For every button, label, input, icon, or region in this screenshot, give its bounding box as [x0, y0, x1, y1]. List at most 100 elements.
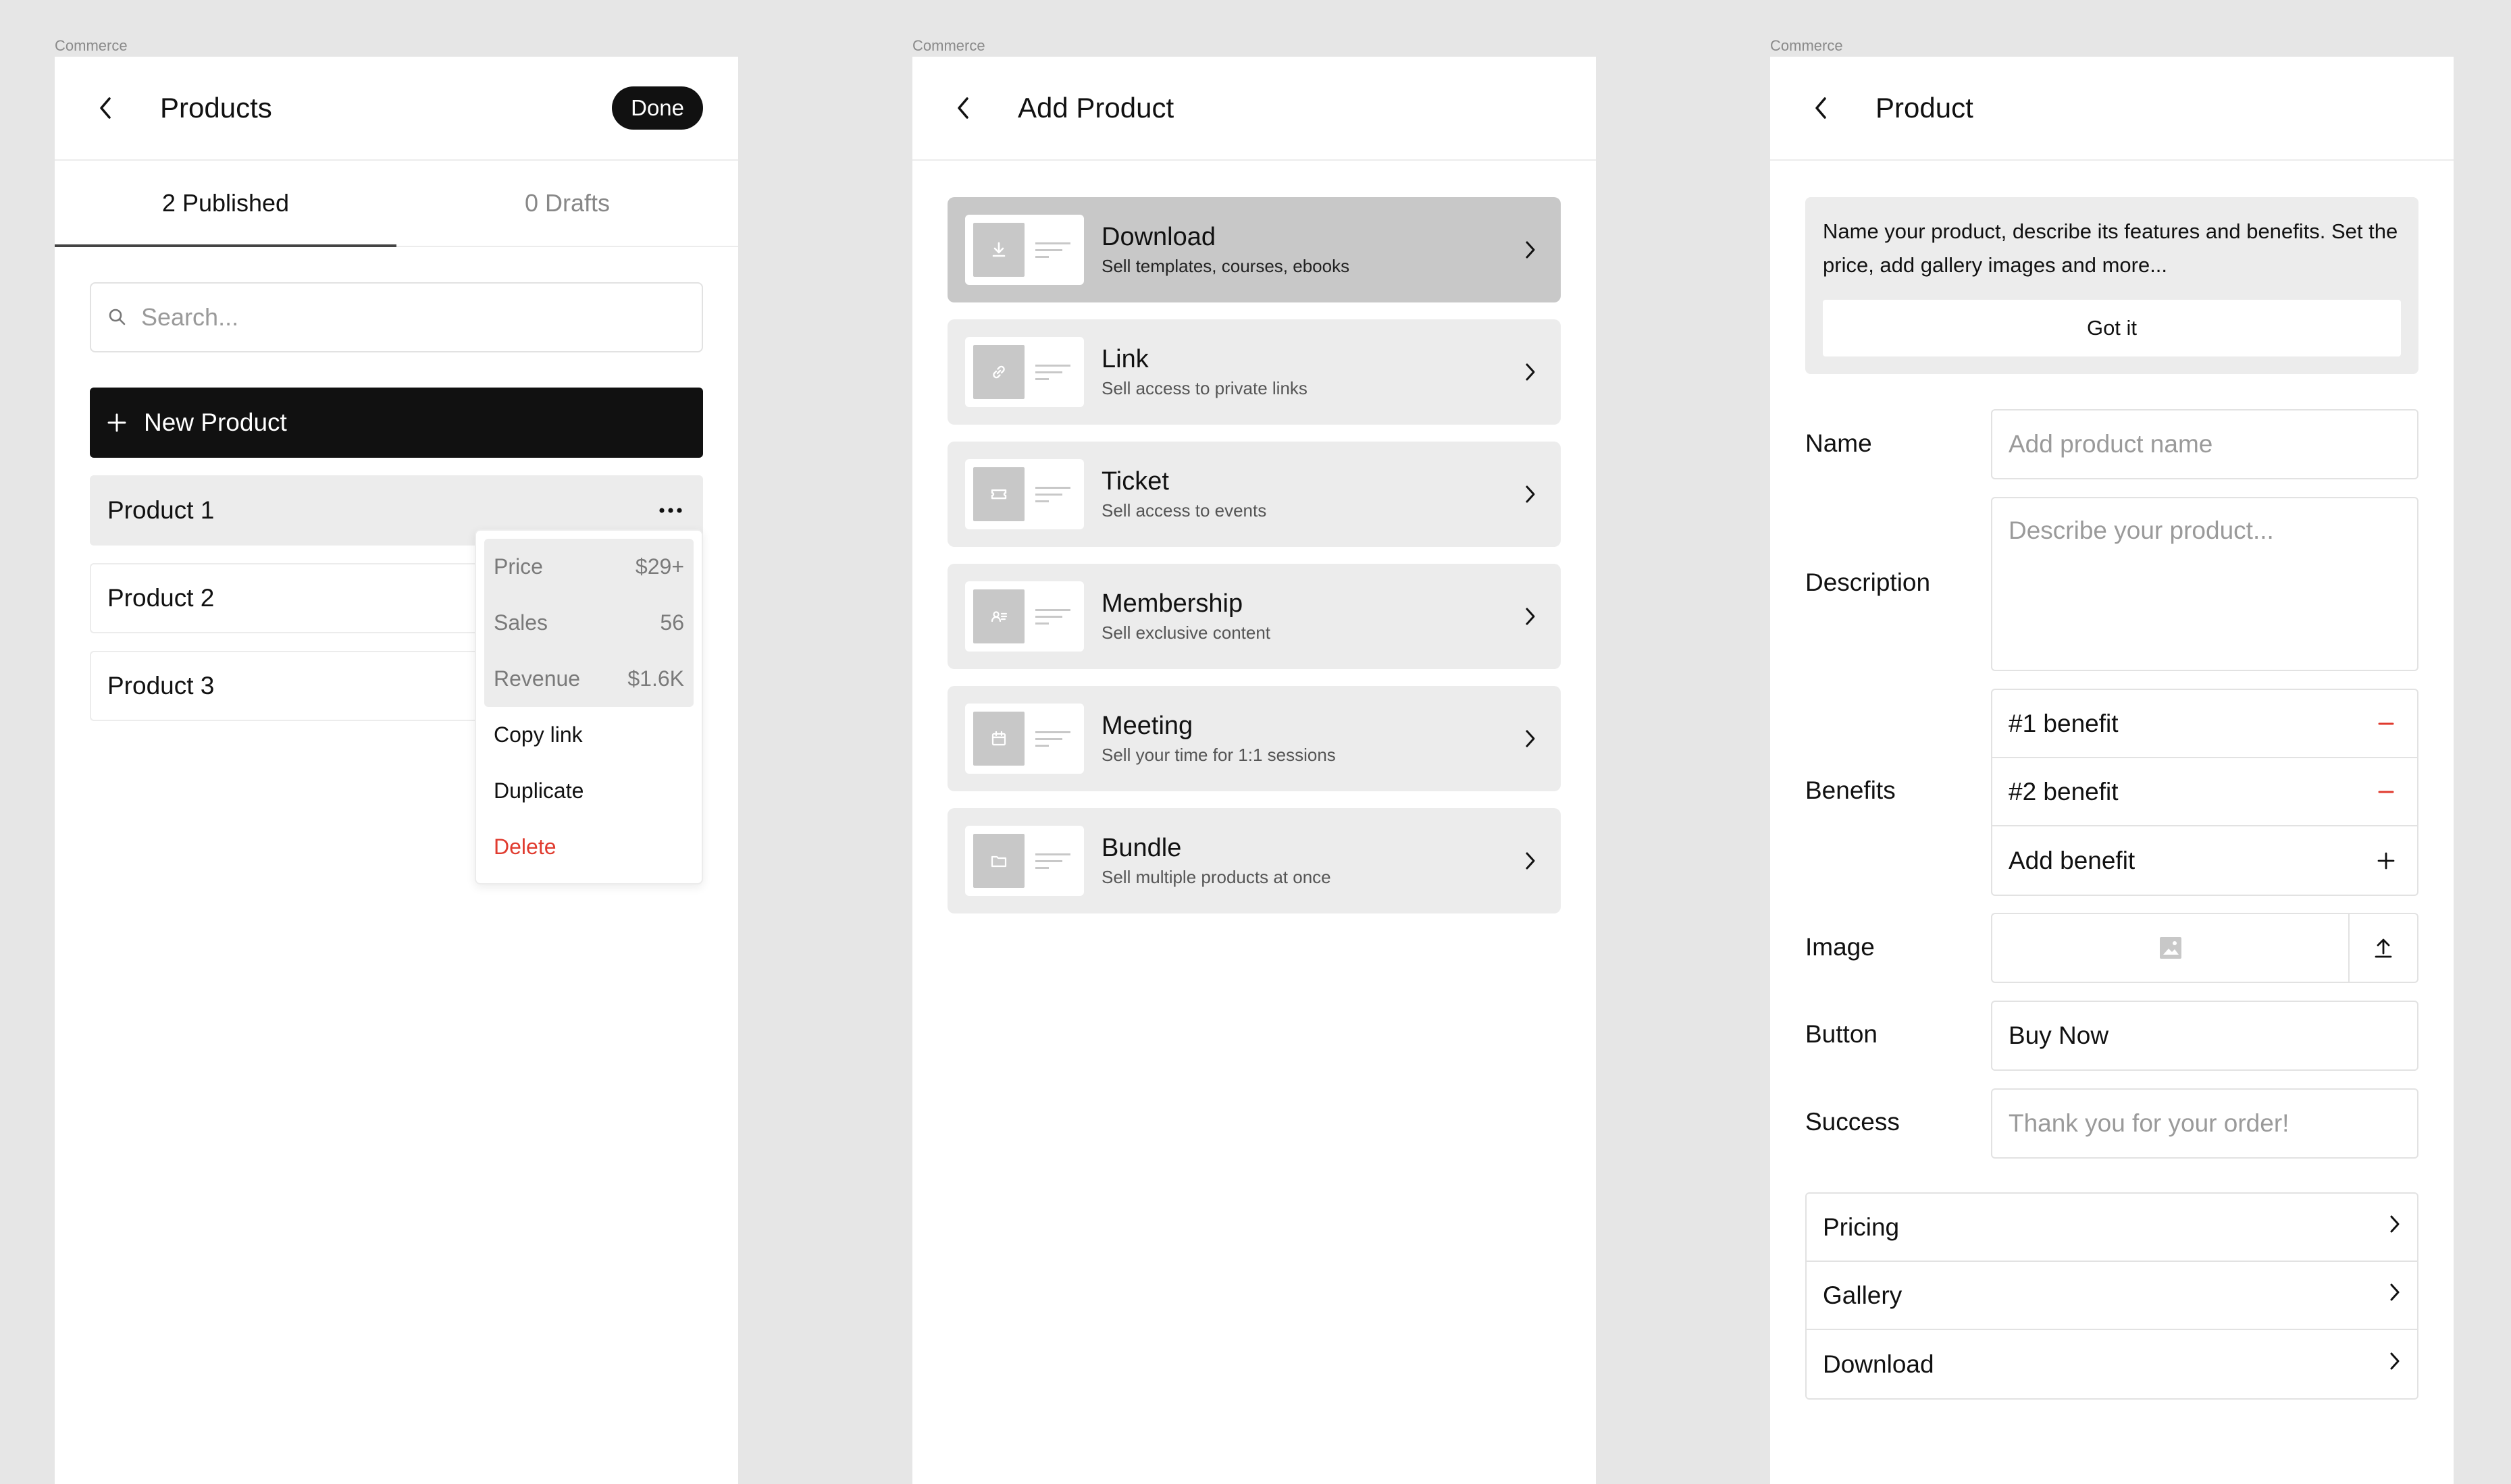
placeholder-lines: [1035, 486, 1070, 502]
upload-icon: [2375, 938, 2392, 958]
frame-label: Commerce: [912, 37, 985, 54]
type-thumbnail: [965, 215, 1084, 285]
product-type-download[interactable]: Download Sell templates, courses, ebooks: [948, 197, 1561, 302]
stat-sales: Sales 56: [484, 595, 694, 651]
back-button[interactable]: [84, 86, 128, 130]
status-tabs: 2 Published 0 Drafts: [55, 161, 738, 247]
download-row[interactable]: Download: [1807, 1330, 2417, 1398]
name-field: [1991, 409, 2418, 479]
nav-row-label: Gallery: [1823, 1281, 1902, 1309]
chevron-right-icon: [2387, 1281, 2402, 1310]
membership-icon: [973, 589, 1025, 643]
stat-value: 56: [660, 610, 684, 635]
frame-label: Commerce: [55, 37, 128, 54]
remove-benefit-button[interactable]: [2370, 776, 2402, 808]
search-input[interactable]: [141, 303, 617, 332]
got-it-button[interactable]: Got it: [1823, 300, 2401, 356]
more-horizontal-icon: [659, 508, 682, 513]
new-product-label: New Product: [144, 408, 287, 436]
success-label: Success: [1805, 1108, 1900, 1136]
more-options-button[interactable]: [654, 494, 687, 527]
folder-icon: [973, 834, 1025, 888]
description-field: [1991, 497, 2418, 671]
image-field: [1991, 913, 2418, 983]
chevron-right-icon: [1523, 361, 1538, 383]
add-benefit-label: Add benefit: [2009, 846, 2135, 874]
name-input[interactable]: [2009, 430, 2417, 458]
tip-text: Name your product, describe its features…: [1823, 219, 2398, 277]
type-thumbnail: [965, 826, 1084, 896]
product-options-menu: Price $29+ Sales 56 Revenue $1.6K Copy l…: [475, 529, 703, 884]
chevron-right-icon: [2387, 1213, 2402, 1242]
upload-button[interactable]: [2350, 914, 2417, 982]
tab-published[interactable]: 2 Published: [55, 161, 396, 247]
chevron-right-icon: [1523, 483, 1538, 506]
chevron-left-icon: [100, 97, 111, 119]
type-title: Link: [1102, 345, 1149, 373]
remove-benefit-button[interactable]: [2370, 708, 2402, 740]
success-message-input[interactable]: [2009, 1109, 2417, 1138]
minus-icon: [2378, 791, 2394, 793]
type-subtitle: Sell exclusive content: [1102, 622, 1271, 643]
stat-value: $1.6K: [627, 666, 684, 691]
placeholder-lines: [1035, 608, 1070, 625]
delete-menu-item[interactable]: Delete: [484, 819, 694, 875]
stat-value: $29+: [635, 554, 684, 579]
stat-revenue: Revenue $1.6K: [484, 651, 694, 707]
button-text-input[interactable]: [2009, 1022, 2417, 1050]
type-subtitle: Sell templates, courses, ebooks: [1102, 256, 1350, 276]
chevron-right-icon: [1523, 849, 1538, 872]
pricing-row[interactable]: Pricing: [1807, 1194, 2417, 1262]
success-message-field: [1991, 1088, 2418, 1159]
chevron-left-icon: [1815, 97, 1826, 119]
back-button[interactable]: [1800, 86, 1843, 130]
product-name: Product 1: [107, 496, 215, 524]
done-button[interactable]: Done: [612, 86, 703, 130]
benefit-item[interactable]: #2 benefit: [1992, 758, 2417, 826]
add-benefit-button[interactable]: [2370, 845, 2402, 877]
name-label: Name: [1805, 429, 1872, 457]
page-title: Products: [160, 92, 272, 124]
placeholder-lines: [1035, 364, 1070, 380]
duplicate-menu-item[interactable]: Duplicate: [484, 763, 694, 819]
product-header: Product: [1770, 57, 2454, 161]
product-type-ticket[interactable]: Ticket Sell access to events: [948, 442, 1561, 547]
products-screen: Products Done 2 Published 0 Drafts New P…: [55, 57, 738, 1484]
product-type-link[interactable]: Link Sell access to private links: [948, 319, 1561, 425]
calendar-icon: [973, 712, 1025, 766]
stat-label: Price: [494, 554, 543, 579]
chevron-right-icon: [1523, 605, 1538, 628]
product-type-bundle[interactable]: Bundle Sell multiple products at once: [948, 808, 1561, 913]
product-stats: Price $29+ Sales 56 Revenue $1.6K: [484, 539, 694, 707]
product-type-meeting[interactable]: Meeting Sell your time for 1:1 sessions: [948, 686, 1561, 791]
new-product-button[interactable]: New Product: [90, 388, 703, 458]
type-subtitle: Sell your time for 1:1 sessions: [1102, 745, 1336, 765]
onboarding-tip: Name your product, describe its features…: [1805, 197, 2418, 374]
placeholder-lines: [1035, 853, 1070, 869]
image-dropzone[interactable]: [1992, 914, 2350, 982]
type-title: Meeting: [1102, 712, 1193, 740]
download-icon: [973, 223, 1025, 277]
product-editor-screen: Product Name your product, describe its …: [1770, 57, 2454, 1484]
type-thumbnail: [965, 581, 1084, 652]
chevron-left-icon: [958, 97, 968, 119]
description-textarea[interactable]: [2009, 498, 2417, 670]
page-title: Product: [1875, 92, 1973, 124]
benefit-text: #1 benefit: [2009, 709, 2119, 737]
chevron-right-icon: [2387, 1350, 2402, 1379]
nav-row-label: Pricing: [1823, 1213, 1900, 1241]
product-type-membership[interactable]: Membership Sell exclusive content: [948, 564, 1561, 669]
plus-icon: [106, 412, 128, 433]
type-title: Membership: [1102, 589, 1243, 618]
product-name: Product 2: [107, 584, 215, 612]
copy-link-menu-item[interactable]: Copy link: [484, 707, 694, 763]
tab-drafts[interactable]: 0 Drafts: [396, 161, 738, 246]
benefit-item[interactable]: #1 benefit: [1992, 690, 2417, 758]
stat-price: Price $29+: [484, 539, 694, 595]
nav-row-label: Download: [1823, 1350, 1934, 1378]
back-button[interactable]: [942, 86, 985, 130]
page-title: Add Product: [1018, 92, 1174, 124]
gallery-row[interactable]: Gallery: [1807, 1262, 2417, 1330]
products-header: Products Done: [55, 57, 738, 161]
add-benefit-row[interactable]: Add benefit: [1992, 826, 2417, 895]
